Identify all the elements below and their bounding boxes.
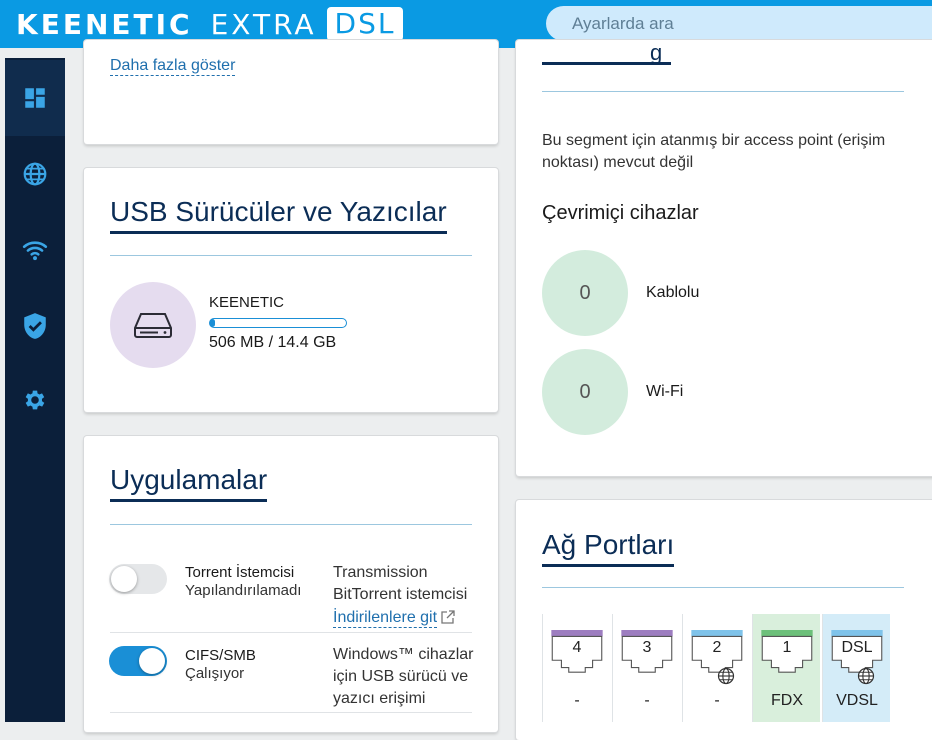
wired-count: 0 bbox=[579, 281, 591, 304]
port-4[interactable]: 4- bbox=[542, 614, 610, 722]
port-status: - bbox=[574, 692, 580, 709]
app-name-torrent: Torrent İstemcisi bbox=[185, 564, 295, 581]
wifi-count: 0 bbox=[579, 380, 591, 403]
wifi-devices-count-circle[interactable]: 0 bbox=[542, 349, 628, 435]
port-label: 2 bbox=[712, 639, 722, 656]
logo-extra-text: EXTRA bbox=[210, 7, 317, 41]
title-fragment: g bbox=[650, 44, 662, 64]
app-desc-torrent-line1: Transmission bbox=[333, 564, 428, 581]
app-desc-cifs-line1: Windows™ cihazlar bbox=[333, 646, 474, 663]
app-name-cifs: CIFS/SMB bbox=[185, 647, 256, 664]
usb-drive-name: KEENETIC bbox=[209, 294, 285, 311]
wired-label: Kablolu bbox=[646, 284, 700, 301]
keenetic-logo[interactable]: KEENETIC EXTRA DSL bbox=[16, 6, 404, 42]
logo-dsl-badge: DSL bbox=[326, 7, 404, 41]
row-divider bbox=[110, 632, 472, 633]
port-color-band bbox=[551, 630, 603, 637]
port-status: VDSL bbox=[836, 692, 878, 709]
divider bbox=[110, 255, 472, 256]
port-color-band bbox=[831, 630, 883, 637]
divider bbox=[542, 587, 904, 588]
sidebar-item-internet[interactable] bbox=[5, 136, 65, 212]
apps-card-title: Uygulamalar bbox=[110, 463, 268, 502]
gear-icon bbox=[25, 390, 45, 410]
usb-drive-usage: 506 MB / 14.4 GB bbox=[209, 334, 337, 351]
port-3[interactable]: 3- bbox=[612, 614, 680, 722]
app-desc-cifs-line2: için USB sürücü ve bbox=[333, 668, 469, 685]
ports-card-title: Ağ Portları bbox=[542, 528, 675, 567]
port-status: - bbox=[714, 692, 720, 709]
app-desc-torrent-line2: BitTorrent istemcisi bbox=[333, 586, 468, 603]
internet-globe-icon bbox=[717, 667, 735, 685]
port-color-band bbox=[621, 630, 673, 637]
usb-usage-bar bbox=[209, 318, 347, 328]
apps-card: Uygulamalar Torrent İstemcisi Yapılandır… bbox=[84, 436, 498, 732]
show-more-link[interactable]: Daha fazla göster bbox=[110, 57, 236, 76]
usb-drives-card: USB Sürücüler ve Yazıcılar KEENETIC 506 … bbox=[84, 168, 498, 412]
settings-search-input[interactable]: Ayarlarda ara bbox=[546, 6, 932, 41]
usb-card-title: USB Sürücüler ve Yazıcılar bbox=[110, 195, 447, 234]
divider bbox=[542, 91, 904, 92]
toggle-knob bbox=[111, 566, 137, 592]
port-color-band bbox=[691, 630, 743, 637]
port-label: 1 bbox=[782, 639, 792, 656]
search-placeholder: Ayarlarda ara bbox=[572, 14, 674, 33]
go-to-downloads-link[interactable]: İndirilenlere git bbox=[333, 609, 438, 628]
sidebar-item-wifi[interactable] bbox=[5, 212, 65, 288]
wired-devices-count-circle[interactable]: 0 bbox=[542, 250, 628, 336]
app-desc-cifs-line3: yazıcı erişimi bbox=[333, 690, 426, 707]
divider bbox=[110, 524, 472, 525]
port-label: 3 bbox=[642, 639, 652, 656]
torrent-client-toggle[interactable] bbox=[109, 564, 167, 594]
app-status-cifs: Çalışıyor bbox=[185, 665, 245, 682]
segment-card: g Bu segment için atanmış bir access poi… bbox=[516, 40, 932, 476]
sidebar bbox=[5, 58, 65, 722]
app-status-torrent: Yapılandırılamadı bbox=[185, 582, 302, 599]
port-color-band bbox=[761, 630, 813, 637]
usb-usage-fill bbox=[210, 319, 215, 327]
port-2[interactable]: 2- bbox=[682, 614, 750, 722]
row-divider bbox=[110, 712, 472, 713]
port-dsl[interactable]: DSL VDSL bbox=[822, 614, 890, 722]
usb-drive-avatar[interactable] bbox=[110, 282, 196, 368]
dashboard-icon bbox=[25, 88, 45, 108]
sidebar-item-security[interactable] bbox=[5, 288, 65, 364]
globe-icon bbox=[23, 162, 47, 186]
hard-drive-icon bbox=[134, 313, 172, 338]
sidebar-item-settings[interactable] bbox=[5, 362, 65, 438]
port-1[interactable]: 1 FDX bbox=[752, 614, 820, 722]
no-access-point-text-line1: Bu segment için atanmış bir access point… bbox=[542, 132, 886, 149]
port-status: FDX bbox=[771, 692, 803, 709]
wifi-icon bbox=[22, 241, 48, 261]
sidebar-item-dashboard[interactable] bbox=[5, 60, 65, 136]
port-label: 4 bbox=[572, 639, 582, 656]
shield-check-icon bbox=[24, 313, 46, 339]
online-devices-heading: Çevrimiçi cihazlar bbox=[542, 202, 699, 224]
top-left-card: Daha fazla göster bbox=[84, 40, 498, 144]
port-status: - bbox=[644, 692, 650, 709]
svg-text:g: g bbox=[650, 44, 662, 64]
wifi-label: Wi-Fi bbox=[646, 383, 684, 400]
external-link-icon[interactable] bbox=[440, 609, 456, 625]
toggle-knob bbox=[139, 648, 165, 674]
no-access-point-text-line2: noktası) mevcut değil bbox=[542, 154, 694, 171]
port-label: DSL bbox=[841, 639, 873, 656]
cifs-smb-toggle[interactable] bbox=[109, 646, 167, 676]
internet-globe-icon bbox=[857, 667, 875, 685]
logo-keenetic-text: KEENETIC bbox=[16, 7, 193, 41]
